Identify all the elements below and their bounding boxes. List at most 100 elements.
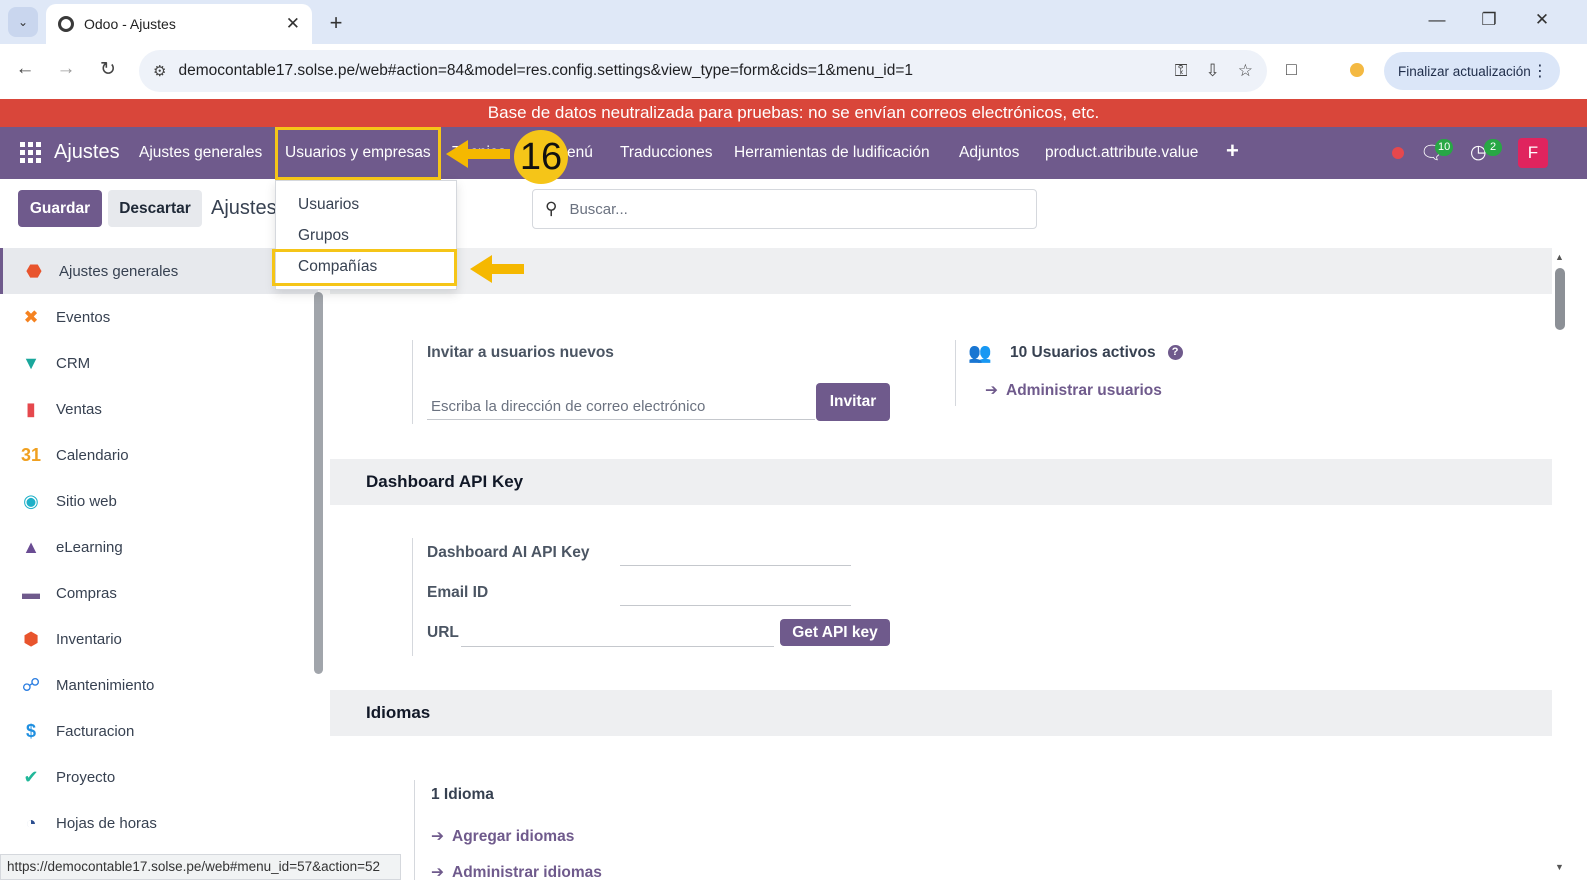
calendar-app-icon: 31 [20, 444, 42, 465]
forward-icon[interactable]: → [53, 58, 79, 80]
sidebar-item-website[interactable]: ◉ Sitio web [0, 478, 318, 524]
manage-users-label: Administrar usuarios [1006, 382, 1162, 399]
add-languages-link[interactable]: ➔ Agregar idiomas [431, 827, 574, 846]
page-scrollbar[interactable] [1552, 248, 1568, 880]
arrow-right-icon: ➔ [431, 828, 444, 845]
nav-item-translations[interactable]: Traducciones [620, 144, 712, 162]
sidebar-item-calendar[interactable]: 31 Calendario [0, 432, 318, 478]
nav-item-gamification[interactable]: Herramientas de ludificación [734, 144, 930, 162]
highlight-users-companies [275, 127, 441, 180]
invite-email-input[interactable]: Escriba la dirección de correo electróni… [427, 392, 815, 420]
divider [412, 340, 413, 424]
sidebar-item-crm[interactable]: ▼ CRM [0, 340, 318, 386]
section-title-dashboard: Dashboard API Key [330, 459, 1552, 505]
nav-item-attachments[interactable]: Adjuntos [959, 144, 1019, 162]
install-app-icon[interactable]: ⇩ [1206, 61, 1220, 81]
address-url[interactable]: democontable17.solse.pe/web#action=84&mo… [178, 62, 1156, 80]
maintenance-app-icon: ☍ [21, 674, 41, 695]
sidebar-item-label: Sitio web [56, 492, 117, 510]
save-button[interactable]: Guardar [18, 190, 102, 227]
app-grid-icon[interactable] [20, 142, 41, 163]
sidebar-item-label: CRM [56, 354, 91, 372]
sales-app-icon: ▮ [26, 398, 36, 419]
sidebar-item-project[interactable]: ✔ Proyecto [0, 754, 318, 800]
update-label: Finalizar actualización [1398, 63, 1531, 79]
tab-search-chevron-icon[interactable]: ⌄ [8, 7, 38, 37]
events-app-icon: ✖ [23, 306, 39, 327]
close-tab-icon[interactable]: ✕ [286, 14, 300, 34]
nav-item-menu[interactable]: enú [567, 144, 593, 162]
search-icon: ⚲ [545, 199, 558, 218]
add-languages-label: Agregar idiomas [452, 828, 575, 845]
timesheets-app-icon: ◔ [25, 812, 37, 833]
back-icon[interactable]: ← [12, 58, 38, 80]
arrow-right-icon: ➔ [985, 382, 998, 399]
api-key-input[interactable] [620, 538, 851, 566]
page-scroll-thumb[interactable] [1555, 268, 1565, 330]
dropdown-item-users[interactable]: Usuarios [298, 196, 359, 214]
nav-item-general-settings[interactable]: Ajustes generales [139, 144, 262, 162]
nav-item-product-attribute-value[interactable]: product.attribute.value [1045, 144, 1198, 162]
search-input[interactable]: ⚲ Buscar... [532, 189, 1037, 229]
dropdown-item-groups[interactable]: Grupos [298, 227, 349, 245]
status-dot-icon[interactable] [1392, 147, 1404, 159]
password-key-icon[interactable]: ⚿ [1175, 61, 1188, 81]
minimize-icon[interactable]: — [1425, 10, 1449, 30]
active-users-count: 10 Usuarios activos [1010, 344, 1156, 361]
browser-tab-bar: ⌄ Odoo - Ajustes ✕ + — ❐ ✕ [0, 0, 1587, 44]
new-tab-icon[interactable]: + [324, 10, 348, 36]
search-placeholder: Buscar... [569, 200, 628, 218]
restore-icon[interactable]: ❐ [1477, 10, 1501, 30]
add-menu-plus-icon[interactable]: + [1226, 138, 1239, 164]
browser-toolbar: ← → ↻ ⚙ democontable17.solse.pe/web#acti… [0, 44, 1587, 99]
sidebar-item-label: Inventario [56, 630, 122, 648]
address-bar[interactable]: ⚙ democontable17.solse.pe/web#action=84&… [139, 50, 1267, 92]
sidebar-item-elearning[interactable]: ▲ eLearning [0, 524, 318, 570]
profile-icon[interactable] [1350, 63, 1364, 77]
sidebar-scrollbar[interactable] [314, 292, 323, 674]
url-input[interactable] [461, 619, 774, 647]
help-icon[interactable]: ? [1167, 345, 1183, 361]
close-window-icon[interactable]: ✕ [1530, 10, 1554, 30]
sidebar-item-label: Eventos [56, 308, 111, 326]
sidebar-item-inventory[interactable]: ⬢ Inventario [0, 616, 318, 662]
app-brand[interactable]: Ajustes [54, 141, 120, 164]
sidebar-item-sales[interactable]: ▮ Ventas [0, 386, 318, 432]
scroll-down-icon[interactable]: ▼ [1555, 862, 1564, 872]
sidebar-item-label: Calendario [56, 446, 129, 464]
inventory-app-icon: ⬢ [23, 628, 39, 649]
discard-button[interactable]: Descartar [108, 190, 202, 227]
scroll-up-icon[interactable]: ▲ [1555, 252, 1564, 262]
sidebar-item-invoicing[interactable]: $ Facturacion [0, 708, 318, 754]
page-title: Ajustes [211, 197, 277, 219]
sidebar-item-label: eLearning [56, 538, 123, 556]
more-menu-icon[interactable]: ⋮ [1532, 61, 1548, 81]
sidebar-item-purchase[interactable]: ▬ Compras [0, 570, 318, 616]
crm-app-icon: ▼ [22, 352, 40, 373]
get-api-key-button[interactable]: Get API key [780, 619, 890, 646]
divider [955, 340, 956, 406]
invite-button[interactable]: Invitar [816, 383, 890, 421]
neutralized-db-banner: Base de datos neutralizada para pruebas:… [0, 99, 1587, 127]
sidebar-item-timesheets[interactable]: ◔ Hojas de horas [0, 800, 318, 846]
sidebar-item-label: Ajustes generales [59, 262, 179, 280]
sidebar-item-maintenance[interactable]: ☍ Mantenimiento [0, 662, 318, 708]
bookmark-star-icon[interactable]: ☆ [1238, 61, 1253, 81]
manage-users-link[interactable]: ➔ Administrar usuarios [985, 381, 1162, 400]
sidebar-item-events[interactable]: ✖ Eventos [0, 294, 318, 340]
extensions-icon[interactable]: □ [1286, 59, 1297, 80]
sidebar-item-general-settings[interactable]: ⬣ Ajustes generales [0, 248, 318, 294]
api-key-label: Dashboard AI API Key [427, 544, 590, 561]
update-button[interactable]: Finalizar actualización ⋮ [1384, 52, 1560, 90]
elearning-app-icon: ▲ [22, 536, 40, 557]
browser-tab[interactable]: Odoo - Ajustes ✕ [46, 4, 312, 44]
site-info-icon[interactable]: ⚙ [153, 62, 166, 80]
sidebar-item-label: Compras [56, 584, 117, 602]
avatar[interactable]: F [1518, 138, 1548, 168]
reload-icon[interactable]: ↻ [95, 58, 121, 81]
email-id-input[interactable] [620, 578, 851, 606]
manage-languages-link[interactable]: ➔ Administrar idiomas [431, 863, 602, 882]
status-bar-url: https://democontable17.solse.pe/web#menu… [0, 854, 401, 880]
settings-app-icon: ⬣ [26, 260, 42, 281]
divider [412, 538, 413, 656]
